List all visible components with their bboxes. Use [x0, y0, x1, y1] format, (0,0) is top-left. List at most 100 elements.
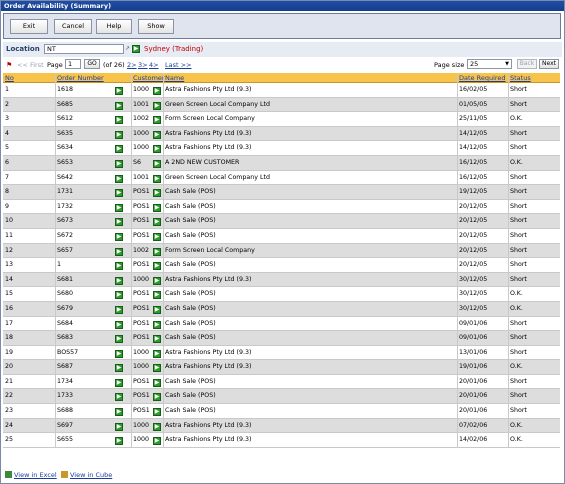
order-go-icon[interactable]: ▶: [115, 159, 123, 168]
customer-go-icon[interactable]: ▶: [153, 203, 161, 212]
page-link-3[interactable]: 3>: [138, 61, 148, 69]
order-go-icon[interactable]: ▶: [115, 203, 123, 212]
order-go-icon[interactable]: ▶: [115, 232, 123, 241]
page-link-2[interactable]: 2>: [127, 61, 137, 69]
order-go-icon[interactable]: ▶: [115, 364, 123, 373]
col-date-required[interactable]: Date Required: [459, 74, 506, 82]
col-name[interactable]: Name: [165, 74, 184, 82]
next-button[interactable]: Next: [539, 59, 559, 69]
customer-go-icon[interactable]: ▶: [153, 87, 161, 95]
customer-go-icon[interactable]: ▶: [153, 247, 161, 256]
row-date-required: 20/12/05: [459, 246, 488, 254]
order-go-icon[interactable]: ▶: [115, 276, 123, 285]
row-status: O.K.: [510, 290, 523, 298]
order-go-icon[interactable]: ▶: [115, 247, 123, 256]
pager: ⚑ << First Page 1 GO (of 26) 2> 3> 4> La…: [3, 59, 562, 71]
row-name: Cash Sale (POS): [165, 217, 216, 225]
row-no: 15: [5, 290, 14, 298]
order-go-icon[interactable]: ▶: [115, 291, 123, 300]
order-go-icon[interactable]: ▶: [115, 116, 123, 125]
customer-go-icon[interactable]: ▶: [153, 145, 161, 154]
row-no: 2: [5, 100, 10, 108]
show-button[interactable]: Show: [138, 19, 174, 34]
order-go-icon[interactable]: ▶: [115, 437, 123, 446]
customer-go-icon[interactable]: ▶: [153, 130, 161, 139]
help-button[interactable]: Help: [96, 19, 132, 34]
customer-go-icon[interactable]: ▶: [153, 393, 161, 402]
customer-go-icon[interactable]: ▶: [153, 101, 161, 110]
customer-go-icon[interactable]: ▶: [153, 320, 161, 329]
view-in-cube-link[interactable]: View in Cube: [70, 471, 112, 479]
customer-go-icon[interactable]: ▶: [153, 422, 161, 431]
customer-go-icon[interactable]: ▶: [153, 159, 161, 168]
row-status: Short: [510, 275, 527, 283]
customer-go-icon[interactable]: ▶: [153, 349, 161, 358]
row-date-required: 14/02/06: [459, 436, 488, 444]
order-go-icon[interactable]: ▶: [115, 130, 123, 139]
customer-go-icon[interactable]: ▶: [153, 378, 161, 387]
customer-go-icon[interactable]: ▶: [153, 408, 161, 417]
col-customer[interactable]: Customer: [133, 74, 165, 82]
customer-go-icon[interactable]: ▶: [153, 262, 161, 271]
col-order-number[interactable]: Order Number: [57, 74, 104, 82]
row-name: Cash Sale (POS): [165, 319, 216, 327]
row-no: 13: [5, 261, 14, 269]
customer-go-icon[interactable]: ▶: [153, 335, 161, 344]
customer-go-icon[interactable]: ▶: [153, 116, 161, 125]
customer-go-icon[interactable]: ▶: [153, 232, 161, 241]
customer-go-icon[interactable]: ▶: [153, 291, 161, 300]
row-customer: 1000: [133, 86, 150, 93]
table-header: No Order Number Customer Name Date Requi…: [3, 73, 560, 83]
row-name: Astra Fashions Pty Ltd (9.3): [165, 144, 252, 152]
row-customer: POS1: [133, 334, 150, 342]
page-input[interactable]: 1: [65, 59, 81, 69]
order-go-icon[interactable]: ▶: [115, 335, 123, 344]
row-order-number: S655: [57, 436, 74, 444]
order-go-icon[interactable]: ▶: [115, 393, 123, 402]
page-size-select[interactable]: 25 ▼: [467, 59, 512, 69]
order-go-icon[interactable]: ▶: [115, 422, 123, 431]
lookup-icon[interactable]: ↗: [125, 45, 130, 52]
customer-go-icon[interactable]: ▶: [153, 364, 161, 373]
customer-go-icon[interactable]: ▶: [153, 174, 161, 183]
row-status: Short: [510, 202, 527, 210]
page-go-button[interactable]: GO: [84, 59, 100, 69]
order-go-icon[interactable]: ▶: [115, 218, 123, 227]
order-go-icon[interactable]: ▶: [115, 174, 123, 183]
customer-go-icon[interactable]: ▶: [153, 305, 161, 314]
row-name: Form Screen Local Company: [165, 246, 255, 254]
row-name: Cash Sale (POS): [165, 392, 216, 400]
back-button: Back: [517, 59, 537, 69]
order-go-icon[interactable]: ▶: [115, 320, 123, 329]
order-go-icon[interactable]: ▶: [115, 349, 123, 358]
row-date-required: 20/12/05: [459, 231, 488, 239]
order-go-icon[interactable]: ▶: [115, 87, 123, 95]
row-name: Cash Sale (POS): [165, 188, 216, 196]
last-page-link[interactable]: Last >>: [165, 61, 192, 69]
order-go-icon[interactable]: ▶: [115, 101, 123, 110]
order-go-icon[interactable]: ▶: [115, 262, 123, 271]
row-no: 16: [5, 304, 14, 312]
location-input[interactable]: NT: [44, 44, 124, 54]
page-link-4[interactable]: 4>: [149, 61, 159, 69]
customer-go-icon[interactable]: ▶: [153, 276, 161, 285]
customer-go-icon[interactable]: ▶: [153, 189, 161, 198]
location-go-icon[interactable]: ▶: [132, 45, 140, 53]
view-in-excel-link[interactable]: View in Excel: [14, 471, 57, 479]
col-no[interactable]: No: [5, 74, 14, 82]
order-go-icon[interactable]: ▶: [115, 305, 123, 314]
order-go-icon[interactable]: ▶: [115, 189, 123, 198]
order-go-icon[interactable]: ▶: [115, 145, 123, 154]
customer-go-icon[interactable]: ▶: [153, 218, 161, 227]
order-go-icon[interactable]: ▶: [115, 378, 123, 387]
row-order-number: 1733: [57, 392, 74, 400]
col-status[interactable]: Status: [510, 74, 531, 82]
table-row: 25 S655 ▶ 1000 ▶ Astra Fashions Pty Ltd (9.3)…: [3, 433, 560, 448]
row-status: O.K.: [510, 304, 523, 312]
cancel-button[interactable]: Cancel: [54, 19, 92, 34]
order-availability-window: Order Availability (Summary) Exit Cancel…: [0, 0, 565, 484]
customer-go-icon[interactable]: ▶: [153, 437, 161, 446]
exit-button[interactable]: Exit: [10, 19, 48, 34]
row-order-number: S681: [57, 275, 74, 283]
order-go-icon[interactable]: ▶: [115, 408, 123, 417]
